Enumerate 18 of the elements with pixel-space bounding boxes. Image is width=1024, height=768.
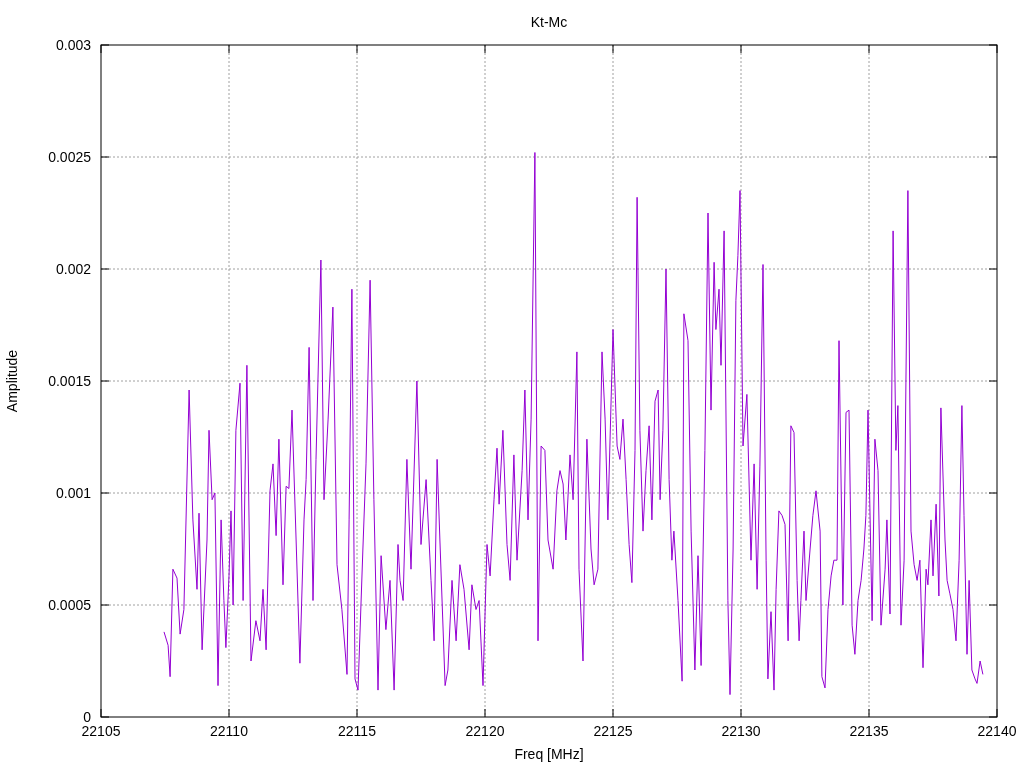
tick-label: 22105: [81, 723, 121, 739]
tick-label: 22120: [465, 723, 505, 739]
chart-title: Kt-Mc: [530, 14, 568, 30]
axis-label: Amplitude: [4, 349, 20, 413]
tick-label: 0.003: [55, 37, 91, 53]
tick-label: 0.0025: [48, 149, 91, 165]
axis-label: Freq [MHz]: [514, 746, 584, 762]
tick-label: 0.001: [55, 485, 91, 501]
tick-label: 0.0005: [48, 597, 91, 613]
tick-label: 22110: [210, 723, 248, 739]
tick-label: 22130: [721, 723, 761, 739]
tick-label: 22125: [593, 723, 633, 739]
tick-label: 22135: [849, 723, 889, 739]
tick-label: 0.0015: [48, 373, 91, 389]
tick-label: 22115: [338, 723, 376, 739]
tick-label: 0.002: [55, 261, 91, 277]
tick-label: 0: [83, 709, 91, 725]
tick-label: 22140: [977, 723, 1017, 739]
